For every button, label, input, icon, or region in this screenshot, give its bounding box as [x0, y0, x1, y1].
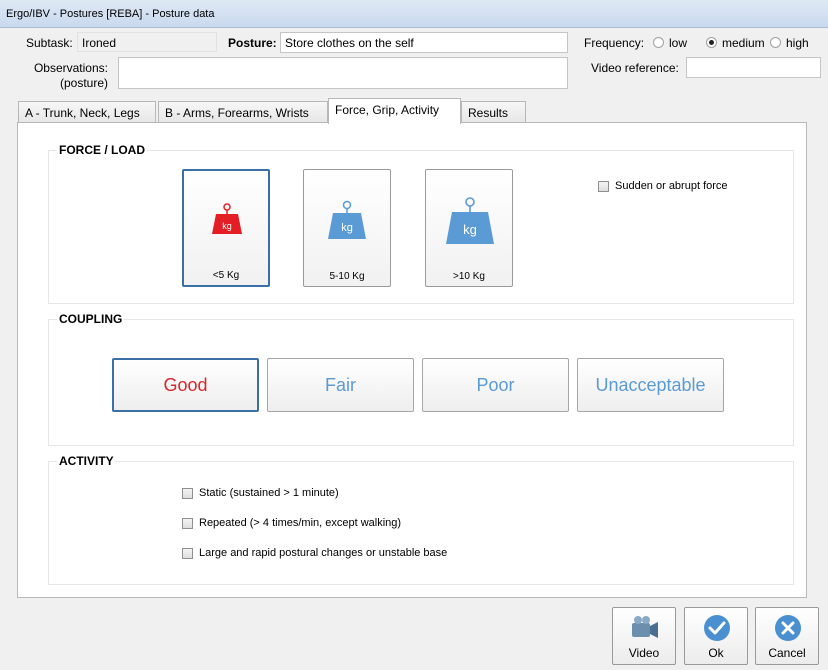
tab-arms-forearms-wrists[interactable]: B - Arms, Forearms, Wrists: [158, 101, 328, 123]
frequency-low-radio[interactable]: [653, 37, 664, 48]
tab-label: Results: [468, 106, 509, 120]
activity-static-label: Static (sustained > 1 minute): [199, 487, 339, 499]
load-less-5kg-label: <5 Kg: [212, 270, 240, 281]
close-icon: [775, 615, 801, 641]
tab-force-grip-activity[interactable]: Force, Grip, Activity: [328, 98, 461, 124]
tab-results[interactable]: Results: [461, 101, 526, 123]
frequency-medium-label: medium: [722, 36, 765, 50]
observations-sublabel: (posture): [59, 76, 108, 90]
large-blue-weight-icon: kg: [446, 197, 494, 244]
tab-label: A - Trunk, Neck, Legs: [25, 106, 140, 120]
ok-button-label: Ok: [708, 646, 724, 660]
tab-label: B - Arms, Forearms, Wrists: [165, 106, 309, 120]
activity-static-checkbox[interactable]: [182, 488, 193, 499]
activity-postural-changes-label: Large and rapid postural changes or unst…: [199, 547, 448, 559]
force-load-title: FORCE / LOAD: [57, 143, 147, 157]
activity-title: ACTIVITY: [57, 454, 116, 468]
red-weight-icon: kg: [212, 203, 242, 234]
frequency-high-label: high: [786, 36, 809, 50]
video-camera-icon: [632, 616, 658, 638]
tab-label: Force, Grip, Activity: [335, 103, 440, 117]
video-reference-input[interactable]: [686, 57, 821, 78]
video-button-label: Video: [628, 646, 660, 660]
subtask-field: Ironed: [77, 32, 217, 52]
ok-button[interactable]: Ok: [684, 607, 748, 665]
load-less-5kg-button[interactable]: kg <5 Kg: [182, 169, 270, 287]
window-title: Ergo/IBV - Postures [REBA] - Posture dat…: [6, 8, 215, 20]
coupling-good-button[interactable]: Good: [112, 358, 259, 412]
activity-postural-changes-checkbox[interactable]: [182, 548, 193, 559]
frequency-high-radio[interactable]: [770, 37, 781, 48]
sudden-force-checkbox[interactable]: [598, 181, 609, 192]
weight-icon-text: kg: [463, 222, 477, 237]
coupling-unacceptable-button[interactable]: Unacceptable: [577, 358, 724, 412]
video-reference-label: Video reference:: [591, 61, 679, 75]
cancel-button-label: Cancel: [768, 646, 806, 660]
blue-weight-icon: kg: [328, 200, 366, 239]
coupling-poor-button[interactable]: Poor: [422, 358, 569, 412]
video-button[interactable]: Video: [612, 607, 676, 665]
force-load-group: [48, 150, 794, 304]
frequency-low-label: low: [669, 36, 688, 50]
weight-icon-text: kg: [341, 222, 353, 234]
observations-input[interactable]: [118, 57, 568, 89]
activity-repeated-checkbox[interactable]: [182, 518, 193, 529]
frequency-medium-radio[interactable]: [706, 37, 717, 48]
load-5-10kg-label: 5-10 Kg: [329, 271, 365, 282]
load-more-10kg-button[interactable]: kg >10 Kg: [425, 169, 513, 287]
cancel-button[interactable]: Cancel: [755, 607, 819, 665]
coupling-fair-button[interactable]: Fair: [267, 358, 414, 412]
activity-group: [48, 461, 794, 585]
frequency-label: Frequency:: [584, 36, 645, 50]
coupling-title: COUPLING: [57, 312, 125, 326]
posture-input[interactable]: Store clothes on the self: [280, 32, 568, 53]
tab-trunk-neck-legs[interactable]: A - Trunk, Neck, Legs: [18, 101, 156, 123]
subtask-label: Subtask:: [26, 36, 73, 50]
load-more-10kg-label: >10 Kg: [453, 271, 485, 282]
observations-label: Observations:: [33, 61, 108, 75]
activity-repeated-label: Repeated (> 4 times/min, except walking): [199, 517, 402, 529]
posture-label: Posture:: [228, 36, 277, 50]
weight-icon-text: kg: [222, 221, 232, 231]
load-5-10kg-button[interactable]: kg 5-10 Kg: [303, 169, 391, 287]
sudden-force-label: Sudden or abrupt force: [615, 180, 728, 192]
checkmark-icon: [704, 615, 730, 641]
title-bar: Ergo/IBV - Postures [REBA] - Posture dat…: [0, 0, 828, 28]
